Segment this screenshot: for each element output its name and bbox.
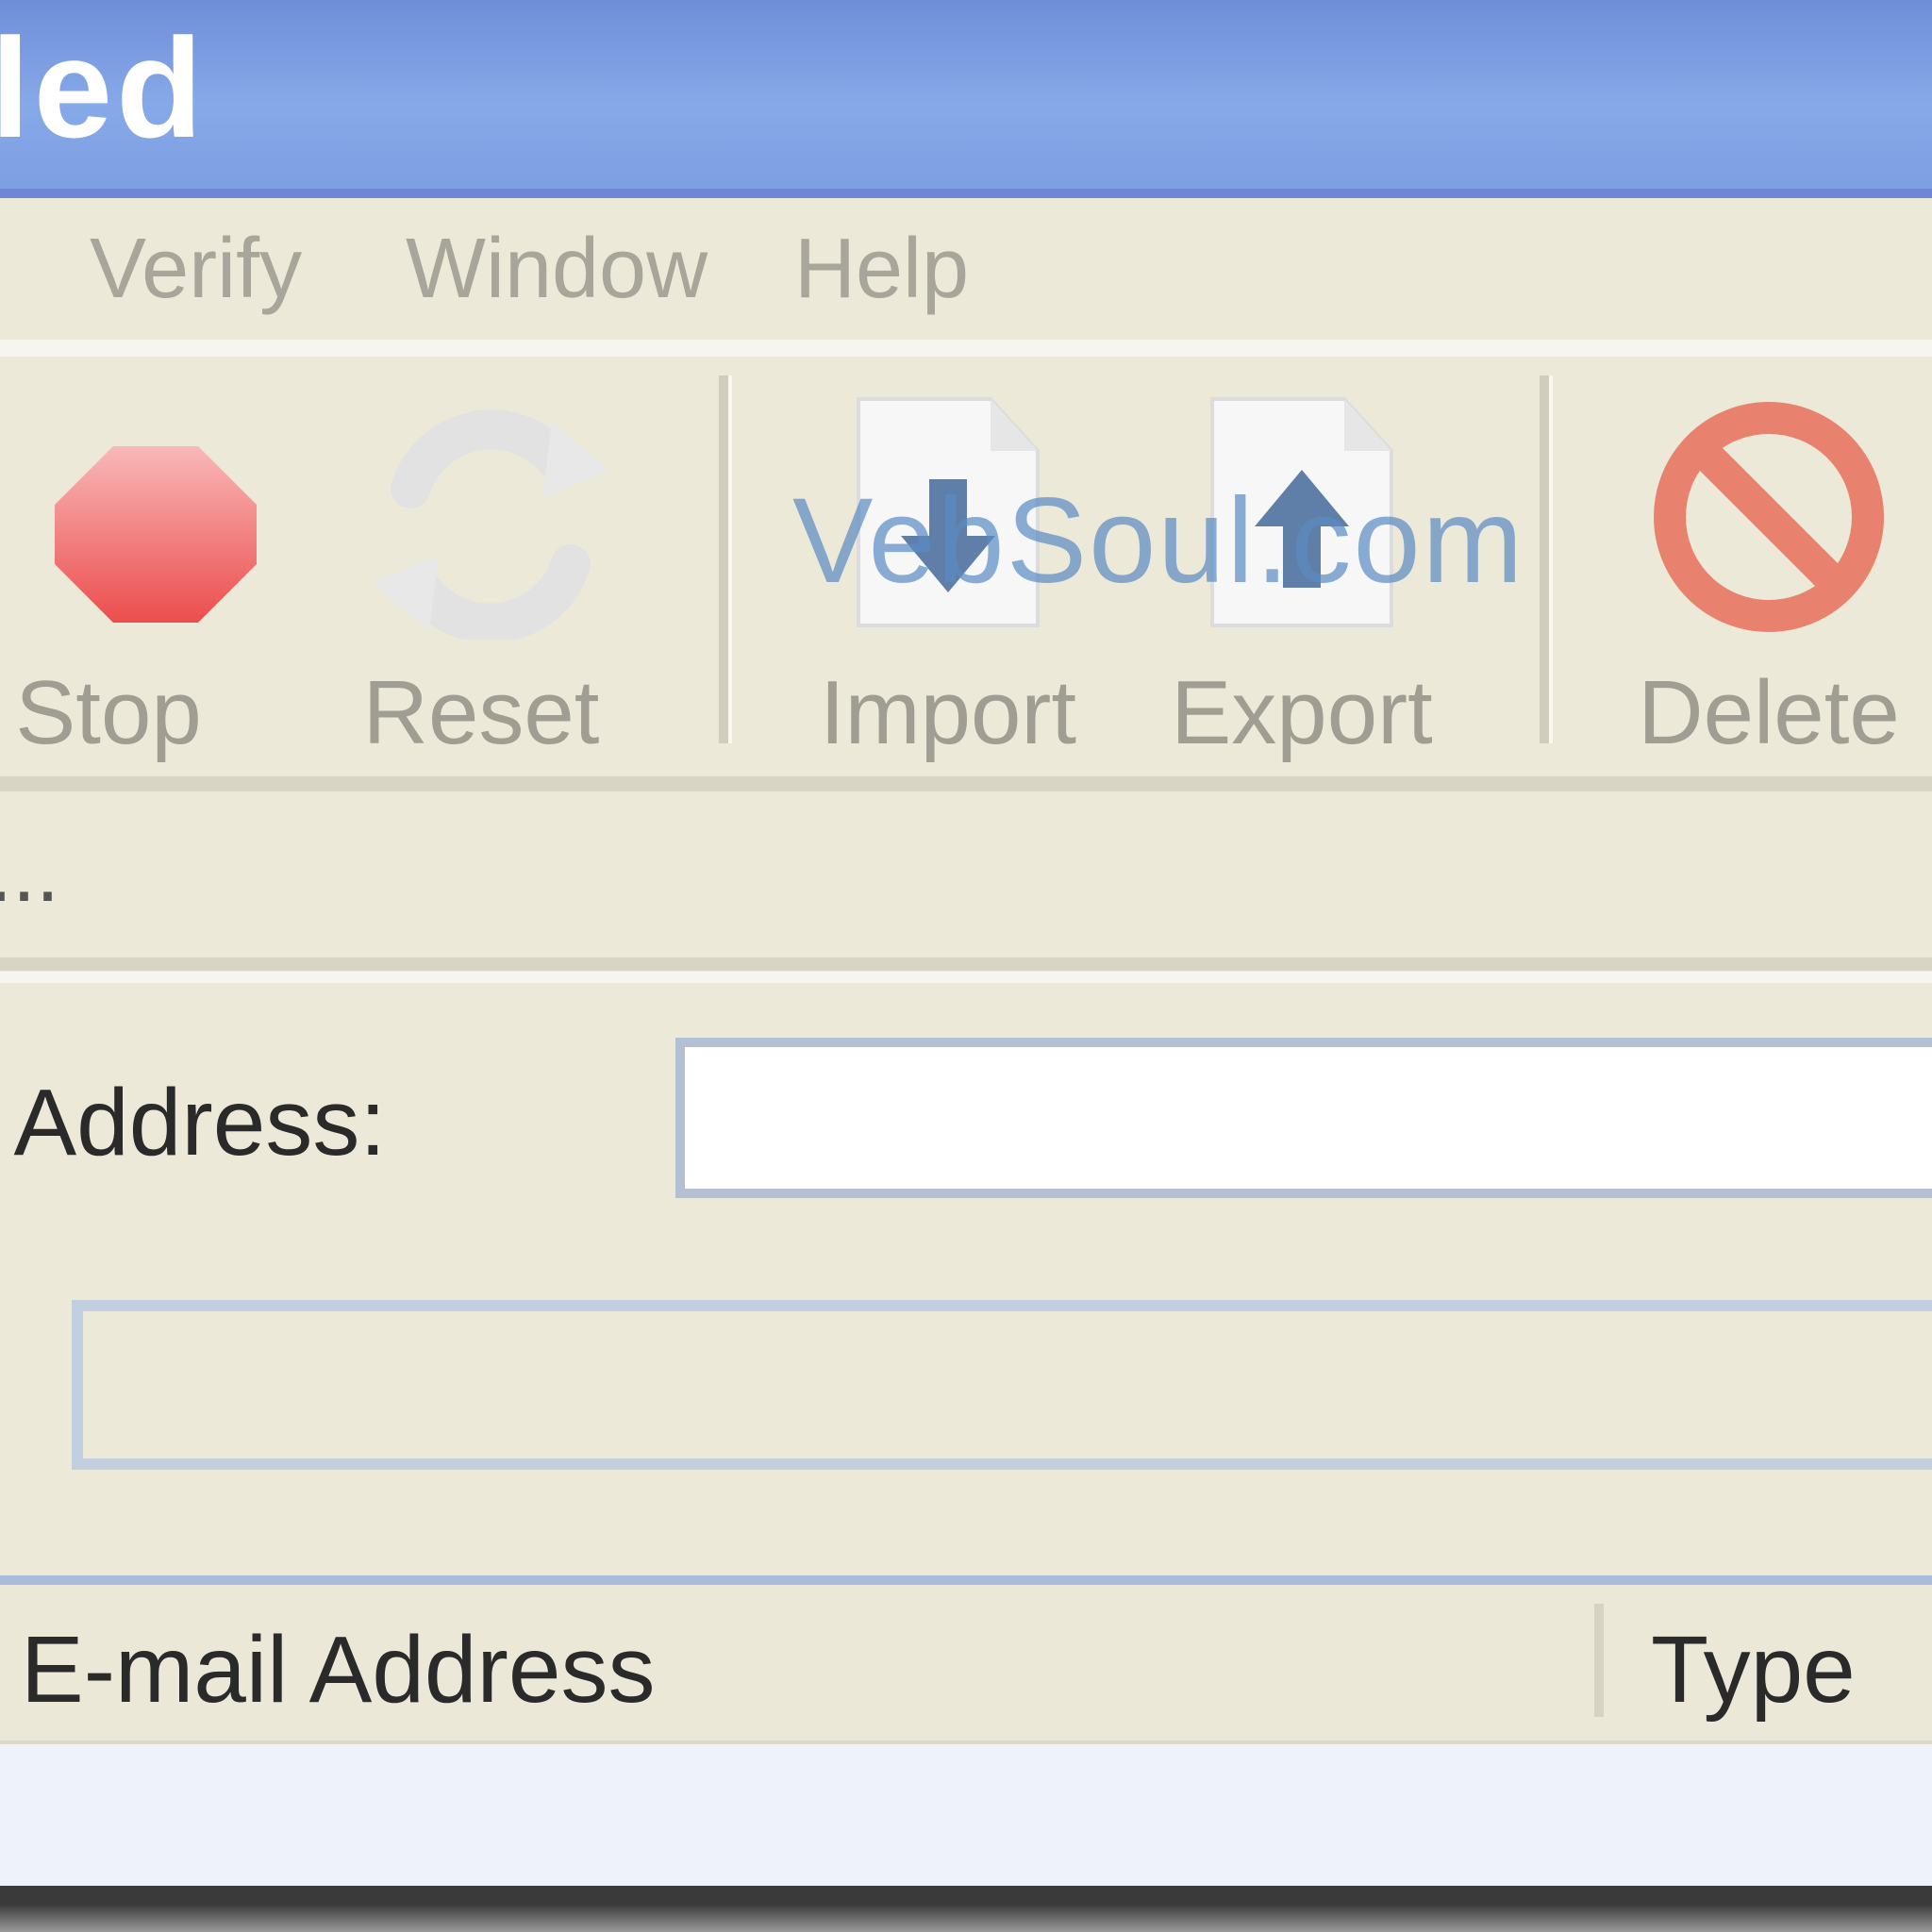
import-label: Import: [819, 662, 1077, 763]
stop-button[interactable]: Stop: [9, 394, 292, 758]
delete-icon: [1654, 402, 1884, 632]
list-header: E-mail Address Type: [0, 1575, 1932, 1754]
window-title: led: [0, 8, 207, 167]
email-list[interactable]: [0, 1744, 1932, 1886]
import-button[interactable]: Import: [807, 394, 1090, 758]
status-bar: ...: [0, 792, 1932, 971]
export-button[interactable]: Export: [1160, 394, 1443, 758]
delete-button[interactable]: Delete: [1627, 394, 1910, 758]
menu-item-verify[interactable]: Verify: [90, 226, 302, 311]
stop-label: Stop: [15, 662, 202, 763]
address-label: l Address:: [0, 1070, 387, 1175]
reset-button[interactable]: Reset: [349, 394, 632, 758]
window-bottom-border: [0, 1886, 1932, 1932]
menu-bar: Verify Window Help: [0, 198, 1932, 357]
stop-icon: [55, 446, 257, 623]
toolbar-separator: [1540, 375, 1553, 743]
address-input[interactable]: [675, 1038, 1932, 1198]
export-label: Export: [1171, 662, 1433, 763]
menu-item-window[interactable]: Window: [406, 226, 708, 311]
delete-label: Delete: [1638, 662, 1900, 763]
column-divider[interactable]: [1594, 1604, 1604, 1717]
toolbar: Stop Reset Import Export Delete: [0, 357, 1932, 791]
export-icon: [1210, 397, 1393, 627]
toolbar-separator: [719, 375, 732, 743]
column-header-email[interactable]: E-mail Address: [21, 1623, 655, 1717]
import-icon: [857, 397, 1040, 627]
result-field[interactable]: [72, 1300, 1932, 1470]
menu-item-help[interactable]: Help: [794, 226, 969, 311]
status-text: ...: [0, 825, 60, 920]
title-bar: led: [0, 0, 1932, 198]
reset-icon: [373, 409, 608, 640]
column-header-type[interactable]: Type: [1651, 1623, 1856, 1717]
reset-label: Reset: [362, 662, 600, 763]
